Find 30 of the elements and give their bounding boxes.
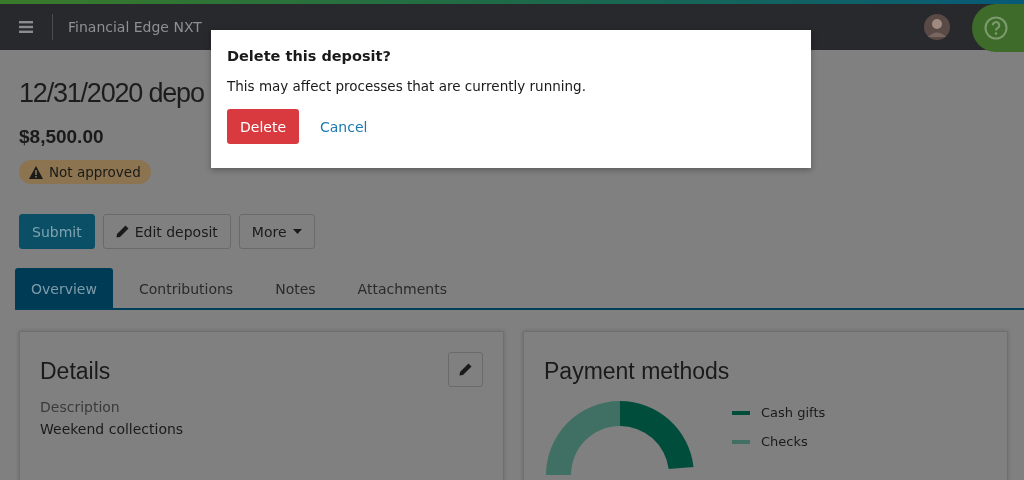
- tab[interactable]: Overview: [15, 268, 113, 308]
- submit-button[interactable]: Submit: [19, 214, 95, 249]
- card-title: Details: [40, 357, 111, 385]
- field-label: Description: [40, 398, 121, 417]
- app-title[interactable]: Financial Edge NXT: [68, 19, 202, 35]
- help-icon: [984, 16, 1008, 40]
- page-title: 12/31/2020 depo: [19, 77, 204, 110]
- dialog-message: This may affect processes that are currently running.: [227, 77, 586, 96]
- pencil-icon: [459, 362, 472, 376]
- cancel-link[interactable]: Cancel: [320, 118, 368, 135]
- edit-button[interactable]: [448, 351, 483, 387]
- legend-label: Cash gifts: [761, 405, 826, 420]
- delete-button[interactable]: Delete: [227, 109, 299, 144]
- caret-icon: [292, 229, 302, 234]
- legend-label: Checks: [761, 434, 808, 449]
- edit-deposit-button[interactable]: Edit deposit: [102, 214, 231, 249]
- status-text: Not approved: [49, 164, 141, 180]
- tab[interactable]: Notes: [259, 268, 332, 308]
- tab[interactable]: Contributions: [122, 268, 250, 308]
- tab[interactable]: Attachments: [341, 268, 463, 308]
- help-button[interactable]: [972, 4, 1024, 52]
- deposit-amount: $8,500.00: [19, 126, 104, 148]
- card-title: Payment methods: [544, 357, 730, 385]
- field-value: Weekend collections: [40, 420, 185, 439]
- menu-icon[interactable]: [19, 21, 33, 33]
- pencil-icon: [115, 225, 129, 238]
- avatar-icon[interactable]: [924, 14, 950, 40]
- dialog-title: Delete this deposit?: [227, 47, 392, 66]
- more-button[interactable]: More: [238, 214, 315, 249]
- warning-icon: [29, 165, 43, 179]
